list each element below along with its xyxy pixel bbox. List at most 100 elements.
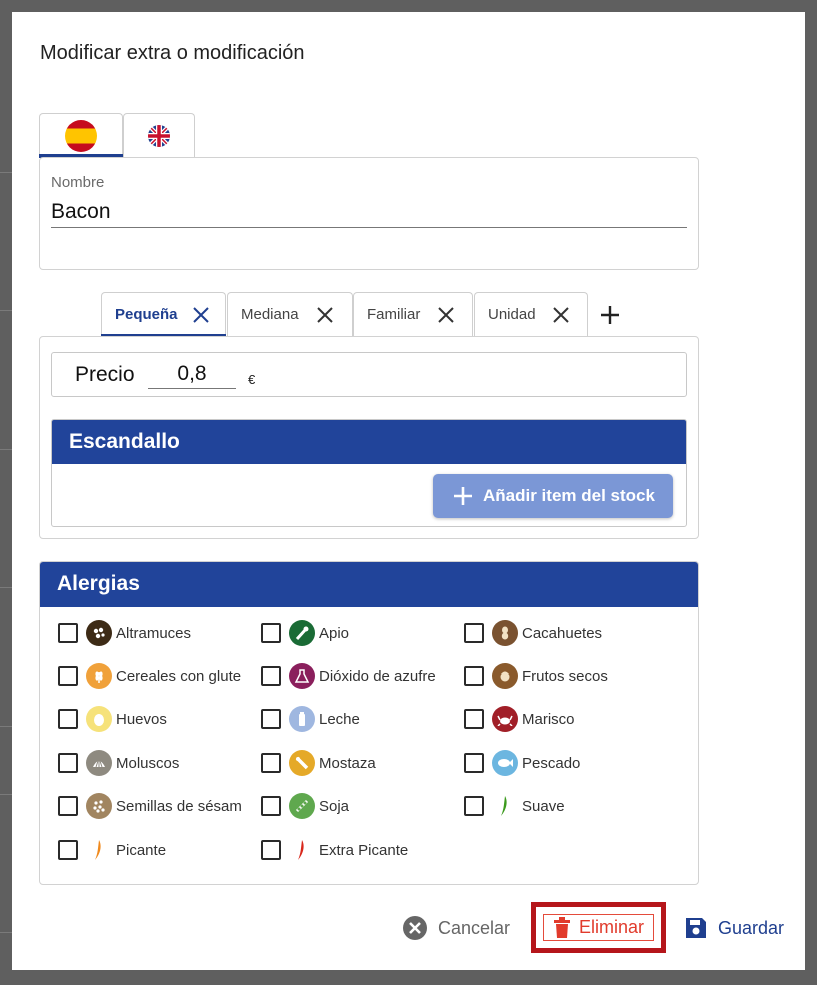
save-label: Guardar: [718, 917, 785, 938]
checkbox[interactable]: [58, 666, 78, 686]
allergy-suave[interactable]: Suave: [464, 791, 674, 821]
tab-size-mediana[interactable]: Mediana: [227, 292, 353, 336]
checkbox[interactable]: [464, 666, 484, 686]
lupin-icon: [86, 620, 112, 646]
close-icon[interactable]: [437, 306, 455, 324]
allergy-label: Semillas de sésamo: [116, 797, 242, 815]
checkbox[interactable]: [58, 623, 78, 643]
add-stock-item-button[interactable]: Añadir item del stock: [433, 474, 673, 518]
allergy-label: Pescado: [522, 754, 581, 772]
price-section: Precio €: [51, 352, 687, 397]
allergy-label: Dióxido de azufre: [319, 667, 436, 685]
checkbox[interactable]: [464, 753, 484, 773]
currency-symbol: €: [248, 372, 256, 387]
mild-pepper-icon: [492, 793, 518, 819]
checkbox[interactable]: [261, 709, 281, 729]
checkbox[interactable]: [261, 796, 281, 816]
extra-hot-pepper-icon: [289, 837, 315, 863]
shell-icon: [86, 750, 112, 776]
plus-icon: [454, 487, 472, 505]
dialog-title: Modificar extra o modificación: [40, 42, 305, 64]
close-icon[interactable]: [552, 306, 570, 324]
name-label: Nombre: [51, 174, 105, 191]
hot-pepper-icon: [86, 837, 112, 863]
allergy-label: Leche: [319, 710, 360, 728]
allergy-label: Apio: [319, 624, 350, 642]
close-icon[interactable]: [192, 306, 210, 324]
peanut-icon: [492, 620, 518, 646]
checkbox[interactable]: [261, 840, 281, 860]
checkbox[interactable]: [464, 709, 484, 729]
allergy-label: Huevos: [116, 710, 167, 728]
tab-size-pequena[interactable]: Pequeña: [101, 292, 226, 337]
name-input[interactable]: [51, 196, 687, 228]
checkbox[interactable]: [261, 753, 281, 773]
close-icon[interactable]: [316, 306, 334, 324]
allergy-label: Marisco: [522, 710, 575, 728]
allergy-extra-picante[interactable]: Extra Picante: [261, 835, 445, 865]
delete-highlight: Eliminar: [531, 902, 666, 953]
wheat-icon: [86, 663, 112, 689]
sesame-icon: [86, 793, 112, 819]
add-size-plus-icon[interactable]: [598, 303, 622, 327]
cancel-button[interactable]: Cancelar: [402, 910, 510, 946]
trash-icon: [554, 916, 570, 938]
celery-icon: [289, 620, 315, 646]
tab-language-es[interactable]: [39, 113, 123, 158]
allergy-soja[interactable]: Soja: [261, 791, 445, 821]
size-panel: Precio € Escandallo Añadir item del stoc…: [39, 336, 699, 539]
allergy-dioxido-de-azufre[interactable]: Dióxido de azufre: [261, 661, 445, 691]
delete-button[interactable]: Eliminar: [543, 914, 654, 941]
allergy-altramuces[interactable]: Altramuces: [58, 618, 242, 648]
checkbox[interactable]: [58, 709, 78, 729]
checkbox[interactable]: [261, 623, 281, 643]
save-button[interactable]: Guardar: [684, 910, 784, 946]
allergy-cereales-con-gluten[interactable]: Cereales con gluten: [58, 661, 242, 691]
checkbox[interactable]: [464, 796, 484, 816]
allergy-label: Picante: [116, 841, 167, 859]
tab-language-en[interactable]: [123, 113, 195, 158]
mustard-icon: [289, 750, 315, 776]
allergy-label: Suave: [522, 797, 565, 815]
allergy-pescado[interactable]: Pescado: [464, 748, 674, 778]
allergy-picante[interactable]: Picante: [58, 835, 242, 865]
allergy-moluscos[interactable]: Moluscos: [58, 748, 242, 778]
checkbox[interactable]: [58, 753, 78, 773]
allergy-marisco[interactable]: Marisco: [464, 704, 674, 734]
allergy-cacahuetes[interactable]: Cacahuetes: [464, 618, 674, 648]
allergy-frutos-secos[interactable]: Frutos secos: [464, 661, 674, 691]
escandallo-section: Escandallo Añadir item del stock: [51, 419, 687, 527]
tab-size-label: Unidad: [488, 306, 536, 323]
price-input[interactable]: [148, 359, 236, 389]
sulphite-flask-icon: [289, 663, 315, 689]
price-label: Precio: [75, 363, 135, 386]
allergy-leche[interactable]: Leche: [261, 704, 445, 734]
allergies-section: Alergias Altramuces Apio Cacahuetes Cere…: [39, 561, 699, 885]
checkbox[interactable]: [58, 796, 78, 816]
edit-extra-dialog: Modificar extra o modificación Nombre Pe…: [12, 12, 805, 970]
allergy-mostaza[interactable]: Mostaza: [261, 748, 445, 778]
checkbox[interactable]: [58, 840, 78, 860]
egg-icon: [86, 706, 112, 732]
escandallo-title: Escandallo: [52, 420, 686, 464]
allergy-apio[interactable]: Apio: [261, 618, 445, 648]
allergy-label: Cereales con gluten: [116, 667, 242, 685]
allergy-label: Frutos secos: [522, 667, 608, 685]
cancel-circle-icon: [403, 916, 427, 940]
cancel-label: Cancelar: [438, 917, 511, 938]
floppy-disk-icon: [686, 918, 706, 938]
allergy-label: Moluscos: [116, 754, 180, 772]
uk-flag-icon: [148, 125, 170, 147]
allergy-label: Mostaza: [319, 754, 376, 772]
checkbox[interactable]: [261, 666, 281, 686]
tab-size-label: Familiar: [367, 306, 421, 323]
spain-flag-icon: [65, 120, 97, 152]
milk-icon: [289, 706, 315, 732]
name-section: Nombre: [39, 157, 699, 270]
tab-size-unidad[interactable]: Unidad: [474, 292, 588, 336]
allergy-huevos[interactable]: Huevos: [58, 704, 242, 734]
tab-size-label: Mediana: [241, 306, 299, 323]
checkbox[interactable]: [464, 623, 484, 643]
tab-size-familiar[interactable]: Familiar: [353, 292, 473, 336]
allergy-semillas-de-sesamo[interactable]: Semillas de sésamo: [58, 791, 242, 821]
